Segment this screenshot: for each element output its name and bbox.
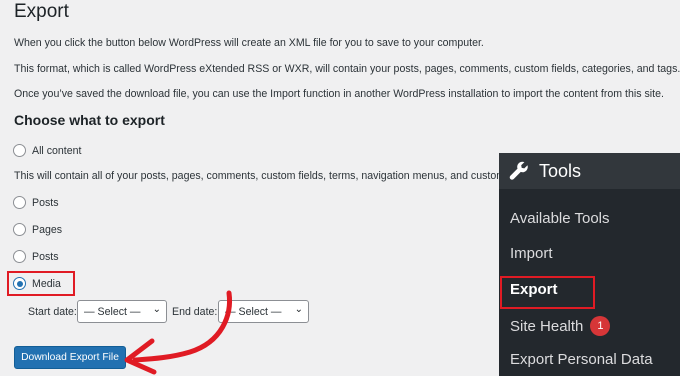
sidebar-item-export-personal-data[interactable]: Export Personal Data — [510, 351, 653, 368]
intro-text: When you click the button below WordPres… — [14, 37, 484, 49]
radio-posts-2[interactable]: Posts — [13, 250, 59, 263]
radio-button[interactable] — [13, 223, 26, 236]
start-date-select[interactable]: — Select — ⌄ — [77, 300, 167, 323]
all-content-description: This will contain all of your posts, pag… — [14, 170, 537, 182]
sidebar-item-available-tools[interactable]: Available Tools — [510, 210, 610, 227]
tools-menu-title: Tools — [539, 160, 582, 181]
radio-button[interactable] — [13, 196, 26, 209]
radio-pages[interactable]: Pages — [13, 223, 62, 236]
radio-posts[interactable]: Posts — [13, 196, 59, 209]
tools-sidebar-menu: Tools Available Tools Import Export Site… — [499, 153, 680, 376]
section-title: Choose what to export — [14, 112, 165, 128]
intro-text: This format, which is called WordPress e… — [14, 63, 680, 75]
sidebar-item-site-health[interactable]: Site Health 1 — [510, 316, 611, 336]
chevron-down-icon: ⌄ — [152, 304, 161, 315]
radio-label: Pages — [32, 223, 63, 236]
end-date-label: End date: — [172, 306, 218, 318]
radio-label: Posts — [32, 196, 59, 209]
sidebar-item-import[interactable]: Import — [510, 245, 553, 262]
start-date-label: Start date: — [28, 306, 77, 318]
tools-menu-header[interactable]: Tools — [499, 153, 680, 189]
export-highlight-box — [500, 276, 595, 309]
radio-button[interactable] — [13, 250, 26, 263]
intro-text: Once you’ve saved the download file, you… — [14, 88, 664, 100]
select-value: — Select — — [84, 305, 141, 318]
download-export-button[interactable]: Download Export File — [14, 346, 126, 369]
radio-label: All content — [32, 144, 82, 157]
radio-button[interactable] — [13, 144, 26, 157]
sidebar-item-label: Site Health — [510, 317, 584, 335]
end-date-select[interactable]: — Select — ⌄ — [218, 300, 309, 323]
wrench-icon — [509, 161, 528, 180]
chevron-down-icon: ⌄ — [294, 304, 303, 315]
page-title: Export — [14, 1, 69, 22]
media-highlight-box — [7, 271, 75, 296]
notification-badge: 1 — [590, 316, 611, 336]
radio-label: Posts — [32, 250, 59, 263]
select-value: — Select — — [225, 305, 282, 318]
radio-all-content[interactable]: All content — [13, 144, 81, 157]
